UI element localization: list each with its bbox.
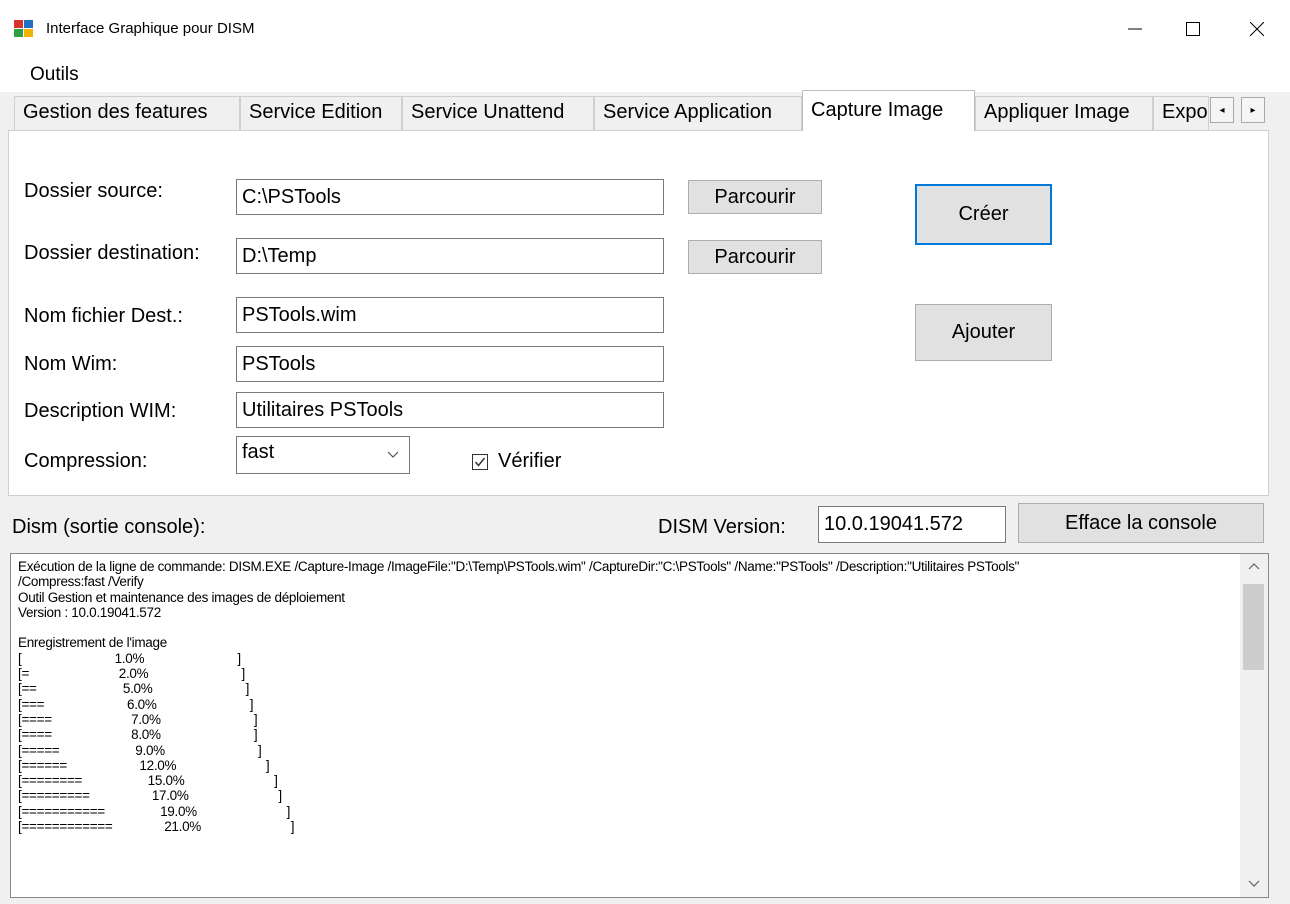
checkbox-checked-icon [472, 454, 488, 470]
dest-label: Dossier destination: [24, 242, 200, 264]
menu-outils[interactable]: Outils [30, 64, 79, 86]
compression-label: Compression: [24, 450, 148, 472]
browse-dest-button[interactable]: Parcourir [688, 240, 822, 274]
console-output[interactable]: Exécution de la ligne de commande: DISM.… [10, 553, 1269, 898]
tab-scroll-right[interactable]: ▸ [1241, 97, 1265, 123]
browse-source-button[interactable]: Parcourir [688, 180, 822, 214]
tab-gestion-features[interactable]: Gestion des features [14, 96, 240, 130]
source-label: Dossier source: [24, 180, 163, 202]
tab-appliquer-image[interactable]: Appliquer Image [975, 96, 1153, 130]
maximize-icon [1186, 22, 1200, 36]
filename-input[interactable]: PSTools.wim [236, 297, 664, 333]
console-label: Dism (sortie console): [12, 516, 206, 538]
dism-version-field[interactable]: 10.0.19041.572 [818, 506, 1006, 543]
create-label: Créer [958, 203, 1009, 225]
arrow-left-icon: ◂ [1219, 104, 1225, 116]
menu-bar [0, 58, 1290, 92]
clear-console-label: Efface la console [1065, 511, 1217, 534]
verify-checkbox[interactable]: Vérifier [472, 448, 772, 476]
wimname-input[interactable]: PSTools [236, 346, 664, 382]
dest-input[interactable]: D:\Temp [236, 238, 664, 274]
browse-dest-label: Parcourir [714, 245, 796, 268]
add-label: Ajouter [951, 321, 1016, 343]
close-icon [1250, 22, 1264, 36]
create-button[interactable]: Créer [915, 184, 1052, 245]
close-button[interactable] [1224, 0, 1290, 58]
maximize-button[interactable] [1160, 0, 1226, 58]
scrollbar-thumb[interactable] [1243, 584, 1264, 670]
app-icon [14, 20, 34, 38]
arrow-right-icon: ▸ [1250, 104, 1256, 116]
console-text: Exécution de la ligne de commande: DISM.… [18, 559, 1020, 835]
verify-label: Vérifier [498, 450, 562, 472]
compression-value: fast [242, 441, 275, 463]
window-title: Interface Graphique pour DISM [46, 20, 255, 37]
desc-input[interactable]: Utilitaires PSTools [236, 392, 664, 428]
tab-capture-image[interactable]: Capture Image [802, 90, 975, 131]
tab-scroll-left[interactable]: ◂ [1210, 97, 1234, 123]
chevron-down-icon [387, 451, 399, 458]
tab-exportation[interactable]: Exportation [1153, 96, 1209, 130]
tab-service-unattend[interactable]: Service Unattend [402, 96, 594, 130]
tab-service-edition[interactable]: Service Edition [240, 96, 402, 130]
wimname-label: Nom Wim: [24, 353, 118, 375]
browse-source-label: Parcourir [714, 185, 796, 208]
clear-console-button[interactable]: Efface la console [1018, 503, 1264, 543]
minimize-icon [1128, 28, 1142, 30]
dism-version-label: DISM Version: [658, 516, 786, 538]
desc-label: Description WIM: [24, 400, 177, 422]
tab-service-application[interactable]: Service Application [594, 96, 802, 130]
compression-select[interactable]: fast [236, 436, 410, 474]
scroll-up-icon[interactable] [1248, 562, 1260, 570]
source-input[interactable]: C:\PSTools [236, 179, 664, 215]
add-button[interactable]: Ajouter [915, 304, 1052, 361]
minimize-button[interactable] [1102, 0, 1168, 58]
scroll-down-icon[interactable] [1248, 880, 1260, 888]
filename-label: Nom fichier Dest.: [24, 305, 183, 327]
